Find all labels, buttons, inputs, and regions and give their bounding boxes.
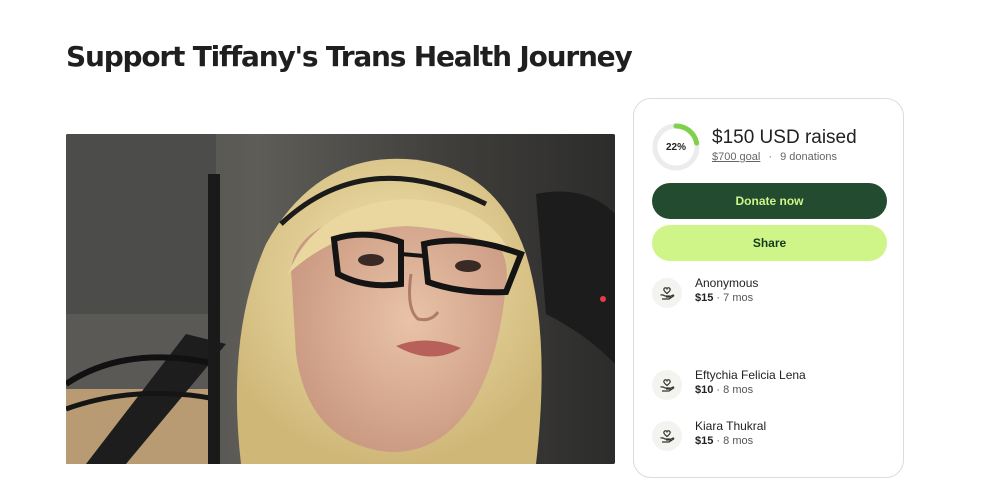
- donation-amount: $10: [695, 384, 714, 396]
- donation-item: Kiara Thukral $15 · 8 mos: [652, 419, 892, 453]
- heart-in-hand-icon: [652, 421, 682, 451]
- goal-link[interactable]: $700 goal: [712, 151, 760, 163]
- meta-separator: ·: [768, 151, 773, 163]
- campaign-photo[interactable]: [66, 134, 615, 464]
- donate-now-button[interactable]: Donate now: [652, 183, 887, 219]
- page-title: Support Tiffany's Trans Health Journey: [66, 40, 633, 73]
- donation-detail: $15 · 8 mos: [695, 435, 753, 447]
- donor-name: Anonymous: [695, 276, 759, 290]
- share-button[interactable]: Share: [652, 225, 887, 261]
- donation-time: · 7 mos: [716, 292, 754, 304]
- donation-item: Eftychia Felicia Lena $10 · 8 mos: [652, 368, 892, 402]
- donation-detail: $10 · 8 mos: [695, 384, 753, 396]
- donation-item: Anonymous $15 · 7 mos: [652, 276, 892, 310]
- campaign-photo-illustration: [66, 134, 615, 464]
- donation-amount: $15: [695, 292, 714, 304]
- donation-card: 22% $150 USD raised $700 goal · 9 donati…: [633, 98, 904, 478]
- goal-meta: $700 goal · 9 donations: [712, 151, 837, 163]
- donation-amount: $15: [695, 435, 714, 447]
- progress-percent: 22%: [665, 141, 686, 153]
- donor-name: Kiara Thukral: [695, 419, 767, 433]
- donation-time: · 8 mos: [716, 435, 754, 447]
- donation-time: · 8 mos: [716, 384, 754, 396]
- donor-name: Eftychia Felicia Lena: [695, 368, 806, 382]
- heart-in-hand-icon: [652, 278, 682, 308]
- amount-raised: $150 USD raised: [712, 127, 857, 148]
- donation-detail: $15 · 7 mos: [695, 292, 753, 304]
- donations-count: 9 donations: [780, 151, 838, 163]
- heart-in-hand-icon: [652, 370, 682, 400]
